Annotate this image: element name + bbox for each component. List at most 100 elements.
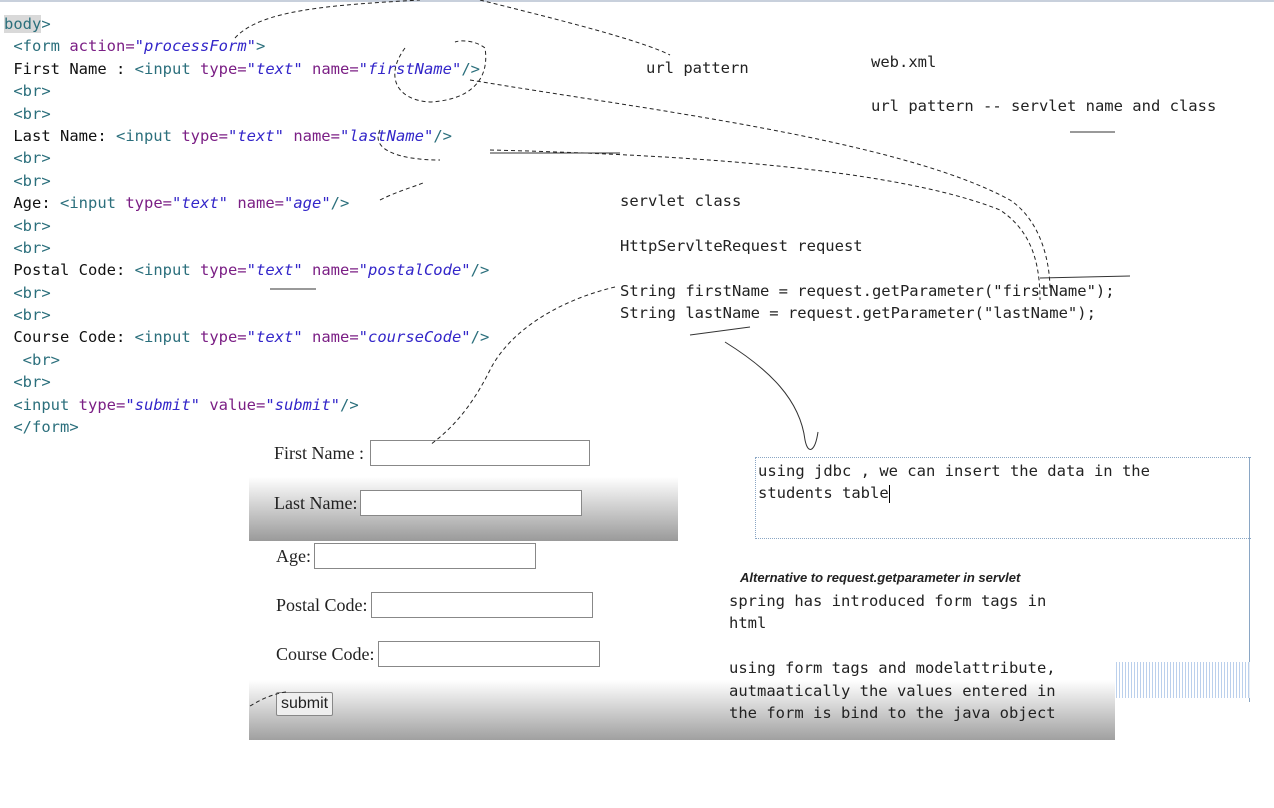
code-token: value= bbox=[200, 395, 266, 414]
request-declaration: HttpServlteRequest request bbox=[620, 237, 863, 255]
code-token: <br> bbox=[4, 82, 51, 101]
code-token: <br> bbox=[4, 104, 51, 123]
jdbc-note-text: using jdbc , we can insert the data in t… bbox=[758, 462, 1150, 503]
code-token: "postalCode" bbox=[358, 261, 471, 280]
code-token: <input bbox=[134, 328, 200, 347]
first-name-label: First Name : bbox=[274, 442, 364, 463]
code-token: <form bbox=[13, 37, 70, 56]
first-name-input[interactable] bbox=[370, 440, 590, 466]
code-token: <br> bbox=[4, 171, 51, 190]
code-token: name= bbox=[302, 261, 359, 280]
url-mapping-note: url pattern -- servlet name and class bbox=[871, 97, 1217, 115]
code-line: <br> bbox=[4, 304, 489, 326]
code-line: Postal Code: <input type="text" name="po… bbox=[4, 259, 489, 281]
html-code-block: body> <form action="processForm"> First … bbox=[4, 13, 489, 438]
window-top-border bbox=[0, 0, 1274, 2]
code-token: <br> bbox=[4, 149, 51, 168]
scroll-stripes bbox=[1116, 662, 1250, 698]
first-name-param-line: String firstName = request.getParameter(… bbox=[620, 282, 1115, 300]
code-token: type= bbox=[199, 328, 247, 347]
code-token: First Name : bbox=[4, 59, 135, 78]
code-line: <br> bbox=[4, 237, 489, 259]
course-code-input[interactable] bbox=[377, 641, 600, 667]
submit-button[interactable]: submit bbox=[276, 692, 334, 716]
jdbc-link-arrow bbox=[724, 341, 819, 450]
code-token: Postal Code: bbox=[4, 261, 135, 280]
code-token: <br> bbox=[4, 283, 51, 302]
code-token: <input bbox=[134, 59, 200, 78]
code-line: <br> bbox=[4, 147, 489, 169]
code-token: "submit" bbox=[265, 395, 340, 414]
code-line: <input type="submit" value="submit"/> bbox=[4, 394, 489, 416]
underline-mark bbox=[689, 326, 751, 336]
age-row: Age: bbox=[276, 543, 536, 569]
annotation-stroke bbox=[479, 0, 671, 56]
code-token: <input bbox=[13, 395, 79, 414]
code-token: "text" bbox=[246, 261, 303, 280]
first-name-row: First Name : bbox=[274, 440, 590, 466]
code-token: Course Code: bbox=[4, 328, 135, 347]
course-code-label: Course Code: bbox=[276, 643, 375, 664]
underline-mark bbox=[1039, 275, 1131, 279]
course-code-row: Course Code: bbox=[276, 641, 600, 667]
code-token: name= bbox=[302, 59, 359, 78]
form-preview: First Name : Last Name: Age: Postal Code… bbox=[249, 434, 1115, 740]
postal-code-input[interactable] bbox=[370, 592, 593, 618]
lastname-link-arrow bbox=[489, 149, 1041, 301]
last-name-row: Last Name: bbox=[274, 490, 583, 516]
code-token: <br> bbox=[4, 306, 51, 325]
text-caret bbox=[888, 484, 890, 503]
code-line: <br> bbox=[4, 103, 489, 125]
code-line: <br> bbox=[4, 170, 489, 192]
age-input[interactable] bbox=[314, 543, 536, 569]
code-line: <br> bbox=[4, 349, 489, 371]
code-token: name= bbox=[302, 328, 359, 347]
code-token: <br> bbox=[4, 373, 51, 392]
code-line: Course Code: <input type="text" name="co… bbox=[4, 326, 489, 348]
alternative-title: Alternative to request.getparameter in s… bbox=[740, 570, 1021, 585]
code-token: "text" bbox=[246, 328, 303, 347]
code-token: body bbox=[4, 15, 42, 33]
code-token: "text" bbox=[246, 59, 303, 78]
code-token: <br> bbox=[4, 216, 51, 235]
code-line: Last Name: <input type="text" name="last… bbox=[4, 125, 489, 147]
code-token: "age" bbox=[284, 194, 331, 213]
code-line: <br> bbox=[4, 215, 489, 237]
code-token: "submit" bbox=[125, 395, 200, 414]
code-token: Age: bbox=[4, 194, 60, 213]
code-token: name= bbox=[228, 194, 284, 213]
code-token: type= bbox=[125, 194, 172, 213]
code-line: body> bbox=[4, 13, 489, 35]
code-token: </form> bbox=[4, 418, 79, 437]
code-token: <input bbox=[134, 261, 200, 280]
code-token: "text" bbox=[172, 194, 228, 213]
code-token: "text" bbox=[227, 126, 284, 145]
code-token: type= bbox=[199, 59, 247, 78]
code-token: /> bbox=[461, 59, 480, 78]
code-token: <br> bbox=[4, 238, 51, 257]
servlet-class-note: servlet class bbox=[620, 192, 742, 210]
code-token: type= bbox=[199, 261, 247, 280]
spring-form-tags-note: spring has introduced form tags in html … bbox=[729, 592, 1056, 723]
code-token: > bbox=[256, 37, 266, 56]
web-xml-note: web.xml bbox=[871, 53, 937, 71]
postal-code-row: Postal Code: bbox=[276, 592, 593, 618]
code-line: <br> bbox=[4, 371, 489, 393]
postal-code-label: Postal Code: bbox=[276, 594, 368, 615]
code-line: Age: <input type="text" name="age"/> bbox=[4, 192, 489, 214]
jdbc-note-textbox[interactable]: using jdbc , we can insert the data in t… bbox=[755, 457, 1251, 539]
url-pattern-note: url pattern bbox=[646, 59, 749, 77]
code-token: /> bbox=[470, 328, 490, 347]
last-name-input[interactable] bbox=[360, 490, 583, 516]
code-line: First Name : <input type="text" name="fi… bbox=[4, 58, 489, 80]
code-token: type= bbox=[181, 126, 228, 145]
code-token: "processForm" bbox=[134, 37, 256, 56]
last-name-param-line: String lastName = request.getParameter("… bbox=[620, 304, 1096, 322]
code-token: /> bbox=[433, 126, 452, 145]
code-token: /> bbox=[330, 194, 350, 213]
code-token: Last Name: bbox=[4, 126, 116, 145]
code-token: /> bbox=[339, 395, 359, 414]
code-token: <input bbox=[115, 126, 182, 145]
